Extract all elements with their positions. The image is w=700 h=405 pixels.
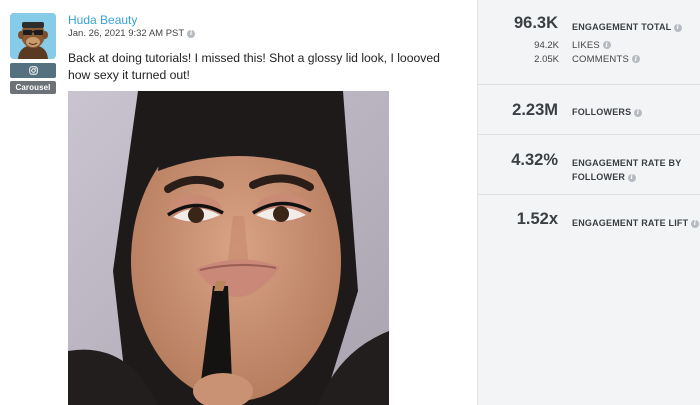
info-icon[interactable]: i xyxy=(602,41,611,50)
likes-label: LIKES i xyxy=(572,40,611,51)
portrait-photo xyxy=(68,91,389,405)
engagement-rate-label-line2: FOLLOWER xyxy=(572,172,626,182)
comments-label: COMMENTS i xyxy=(572,54,640,65)
engagement-rate-lift-label-text: ENGAGEMENT RATE LIFT xyxy=(572,218,689,228)
post-image[interactable] xyxy=(68,91,389,405)
engagement-rate-label: ENGAGEMENT RATE BY FOLLOWER i xyxy=(572,156,681,184)
info-icon[interactable]: i xyxy=(627,173,636,182)
engagement-total-value: 96.3K xyxy=(513,14,558,32)
followers-value: 2.23M xyxy=(512,101,558,119)
author-name-link[interactable]: Huda Beauty xyxy=(68,13,137,27)
engagement-rate-lift-block: 1.52x ENGAGEMENT RATE LIFT i xyxy=(478,195,700,245)
info-icon[interactable]: i xyxy=(691,219,700,228)
timestamp-text: Jan. 26, 2021 9:32 AM PST xyxy=(68,28,185,39)
post-timestamp: Jan. 26, 2021 9:32 AM PST i xyxy=(68,28,196,39)
post-card: Carousel Huda Beauty Jan. 26, 2021 9:32 … xyxy=(0,0,477,405)
followers-label: FOLLOWERS i xyxy=(572,105,642,119)
followers-label-text: FOLLOWERS xyxy=(572,107,632,117)
stats-panel: 96.3K ENGAGEMENT TOTAL i 94.2K LIKES i 2… xyxy=(477,0,700,405)
comments-value: 2.05K xyxy=(534,54,559,65)
engagement-rate-value: 4.32% xyxy=(511,151,558,169)
engagement-total-label-text: ENGAGEMENT TOTAL xyxy=(572,22,672,32)
avatar[interactable] xyxy=(10,13,56,59)
ape-avatar-image xyxy=(10,13,56,59)
info-icon[interactable]: i xyxy=(673,23,682,32)
engagement-rate-label-line1: ENGAGEMENT RATE BY xyxy=(572,158,682,168)
instagram-icon xyxy=(28,62,38,80)
info-icon[interactable]: i xyxy=(634,108,642,117)
info-icon[interactable]: i xyxy=(187,29,196,38)
engagement-rate-label-line2-wrap: FOLLOWER i xyxy=(572,170,681,184)
engagement-rate-lift-value: 1.52x xyxy=(516,210,558,228)
engagement-rate-lift-label: ENGAGEMENT RATE LIFT i xyxy=(572,216,700,230)
followers-block: 2.23M FOLLOWERS i xyxy=(478,85,700,135)
engagement-rate-block: 4.32% ENGAGEMENT RATE BY FOLLOWER i xyxy=(478,135,700,195)
engagement-total-block: 96.3K ENGAGEMENT TOTAL i 94.2K LIKES i 2… xyxy=(478,0,700,85)
platform-badge xyxy=(10,63,56,78)
likes-value: 94.2K xyxy=(534,40,559,51)
post-caption: Back at doing tutorials! I missed this! … xyxy=(68,51,440,82)
comments-label-text: COMMENTS xyxy=(572,54,630,65)
likes-label-text: LIKES xyxy=(572,40,600,51)
media-type-badge: Carousel xyxy=(10,81,56,94)
info-icon[interactable]: i xyxy=(631,55,640,64)
engagement-total-label: ENGAGEMENT TOTAL i xyxy=(572,20,682,34)
